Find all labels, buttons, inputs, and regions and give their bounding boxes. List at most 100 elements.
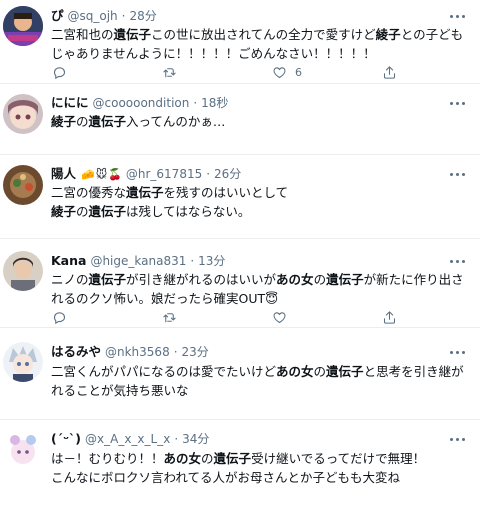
share-icon <box>383 310 396 324</box>
reply-button[interactable] <box>52 64 67 80</box>
avatar[interactable] <box>3 165 43 205</box>
highlighted-keyword: 綾子 <box>375 27 401 42</box>
share-button[interactable] <box>382 64 397 80</box>
more-icon[interactable] <box>450 7 466 25</box>
timestamp[interactable]: 18秒 <box>201 96 228 110</box>
like-icon <box>273 311 286 323</box>
reply-icon <box>53 311 66 324</box>
retweet-button[interactable] <box>162 64 177 80</box>
display-name[interactable]: (´ᵕ`) <box>51 431 81 446</box>
avatar-image <box>3 342 43 382</box>
highlighted-keyword: 遺伝子 <box>326 272 364 287</box>
more-icon[interactable] <box>450 252 466 270</box>
tweet-actions <box>46 309 466 325</box>
avatar[interactable] <box>3 342 43 382</box>
tweet-actions: 6 <box>46 64 466 80</box>
highlighted-keyword: 綾子 <box>51 204 77 219</box>
share-icon <box>383 65 396 79</box>
avatar[interactable] <box>3 94 43 134</box>
tweet[interactable]: ぴ @sq_ojh · 28分 二宮和也の遺伝子この世に放出されてんの全力で愛す… <box>0 0 480 84</box>
text-segment: を残すのはいいとして <box>163 185 289 200</box>
avatar[interactable] <box>3 6 43 46</box>
more-icon[interactable] <box>450 94 466 112</box>
text-segment: 二宮和也の <box>51 27 114 42</box>
timestamp[interactable]: 34分 <box>182 432 209 446</box>
cherry-icon: 🍒 <box>108 168 122 181</box>
text-segment: と思考を引き継が <box>363 364 464 379</box>
tweet[interactable]: ににに @cooooondition · 18秒 綾子の遺伝子入ってんのかぁ… <box>0 84 480 155</box>
highlighted-keyword: 綾子 <box>51 114 77 129</box>
more-icon[interactable] <box>450 430 466 448</box>
like-count: 6 <box>295 65 302 79</box>
tweet-text-line: は－！むりむり！！あの女の遺伝子受け継いでるってだけで無理！ <box>51 449 470 468</box>
handle[interactable]: @cooooondition <box>93 96 190 110</box>
handle[interactable]: @hr_617815 <box>126 167 202 181</box>
reply-button[interactable] <box>52 309 67 325</box>
tweet-text-line: 二宮の優秀な遺伝子を残すのはいいとして <box>51 183 470 202</box>
tweet-text: 二宮和也の遺伝子この世に放出されてんの全力で愛すけど綾子との子ども じゃありません… <box>51 25 470 63</box>
like-icon <box>273 66 286 78</box>
tweet-text-line: 綾子の遺伝子は残してはならない。 <box>51 202 470 221</box>
tweet-text: ニノの遺伝子が引き継がれるのはいいがあの女の遺伝子が新たに作り出されるのクソ怖い… <box>51 270 470 308</box>
more-icon[interactable] <box>450 343 466 361</box>
tweet[interactable]: Kana @hige_kana831 · 13分 ニノの遺伝子が引き継がれるのは… <box>0 239 480 328</box>
highlighted-keyword: 遺伝子 <box>326 364 364 379</box>
text-segment: の <box>313 272 327 287</box>
handle[interactable]: @hige_kana831 <box>90 254 186 268</box>
reply-icon <box>53 66 66 79</box>
retweet-button[interactable] <box>162 309 177 325</box>
display-name[interactable]: 陽人 <box>51 166 76 181</box>
cheese-icon: 🧀 <box>81 168 95 181</box>
tweet[interactable]: 陽人 🧀🐭🍒 @hr_617815 · 26分 二宮の優秀な遺伝子を残すのはいい… <box>0 155 480 239</box>
highlighted-keyword: あの女 <box>163 451 202 466</box>
tweet-text-line: れることが気持ち悪いな <box>51 381 470 400</box>
avatar[interactable] <box>3 251 43 291</box>
text-segment: は残してはならない。 <box>126 204 251 219</box>
tweet-header: はるみや @nkh3568 · 23分 <box>51 344 209 359</box>
handle[interactable]: @sq_ojh <box>68 9 118 23</box>
tweet-text: 綾子の遺伝子入ってんのかぁ… <box>51 112 470 131</box>
more-icon[interactable] <box>450 165 466 183</box>
display-name[interactable]: ににに <box>51 95 89 110</box>
highlighted-keyword: 遺伝子 <box>113 27 152 42</box>
retweet-icon <box>163 312 176 322</box>
avatar-image <box>3 6 43 46</box>
timestamp[interactable]: 26分 <box>214 167 241 181</box>
text-segment: れることが気持ち悪いな <box>51 383 189 398</box>
tweet-text-line: 二宮くんがパパになるのは愛でたいけどあの女の遺伝子と思考を引き継が <box>51 362 470 381</box>
tweet[interactable]: (´ᵕ`) @x_A_x_x_L_x · 34分 は－！むりむり！！あの女の遺伝… <box>0 420 480 508</box>
tweet-header: 陽人 🧀🐭🍒 @hr_617815 · 26分 <box>51 166 242 181</box>
avatar-image <box>3 165 43 205</box>
highlighted-keyword: あの女 <box>276 272 314 287</box>
timestamp[interactable]: 13分 <box>198 254 225 268</box>
share-button[interactable] <box>382 309 397 325</box>
timestamp[interactable]: 28分 <box>129 9 156 23</box>
text-segment: の <box>313 364 327 379</box>
timestamp[interactable]: 23分 <box>182 345 209 359</box>
highlighted-keyword: 遺伝子 <box>88 272 127 287</box>
tweet-text-line: 二宮和也の遺伝子この世に放出されてんの全力で愛すけど綾子との子ども <box>51 25 470 44</box>
tweet-header: Kana @hige_kana831 · 13分 <box>51 253 226 268</box>
text-segment: れるのクソ怖い。娘だったら確実OUT😇 <box>51 291 279 306</box>
tweet-text-line: じゃありませんように！！！！！ごめんなさい！！！！！ <box>51 44 470 63</box>
like-button[interactable] <box>272 309 287 325</box>
display-name[interactable]: ぴ <box>51 8 64 23</box>
display-name[interactable]: Kana <box>51 253 86 268</box>
tweet-feed: ぴ @sq_ojh · 28分 二宮和也の遺伝子この世に放出されてんの全力で愛す… <box>0 0 480 508</box>
tweet[interactable]: はるみや @nkh3568 · 23分 二宮くんがパパになるのは愛でたいけどあの… <box>0 328 480 420</box>
text-segment: は－！むりむり！！ <box>51 451 164 466</box>
text-segment: ニノの <box>51 272 89 287</box>
avatar[interactable] <box>3 430 43 470</box>
tweet-header: ぴ @sq_ojh · 28分 <box>51 8 157 23</box>
tweet-text: 二宮くんがパパになるのは愛でたいけどあの女の遺伝子と思考を引き継がれることが気持… <box>51 362 470 400</box>
highlighted-keyword: 遺伝子 <box>126 185 164 200</box>
display-name[interactable]: はるみや <box>51 344 101 359</box>
tweet-text-line: 綾子の遺伝子入ってんのかぁ… <box>51 112 470 131</box>
text-segment: 入ってんのかぁ… <box>126 114 226 129</box>
handle[interactable]: @x_A_x_x_L_x <box>85 432 170 446</box>
text-segment: との子ども <box>400 27 464 42</box>
handle[interactable]: @nkh3568 <box>105 345 170 359</box>
like-button[interactable]: 6 <box>272 64 302 80</box>
tweet-text: 二宮の優秀な遺伝子を残すのはいいとして 綾子の遺伝子は残してはならない。 <box>51 183 470 221</box>
tweet-text-line: ニノの遺伝子が引き継がれるのはいいがあの女の遺伝子が新たに作り出さ <box>51 270 470 289</box>
